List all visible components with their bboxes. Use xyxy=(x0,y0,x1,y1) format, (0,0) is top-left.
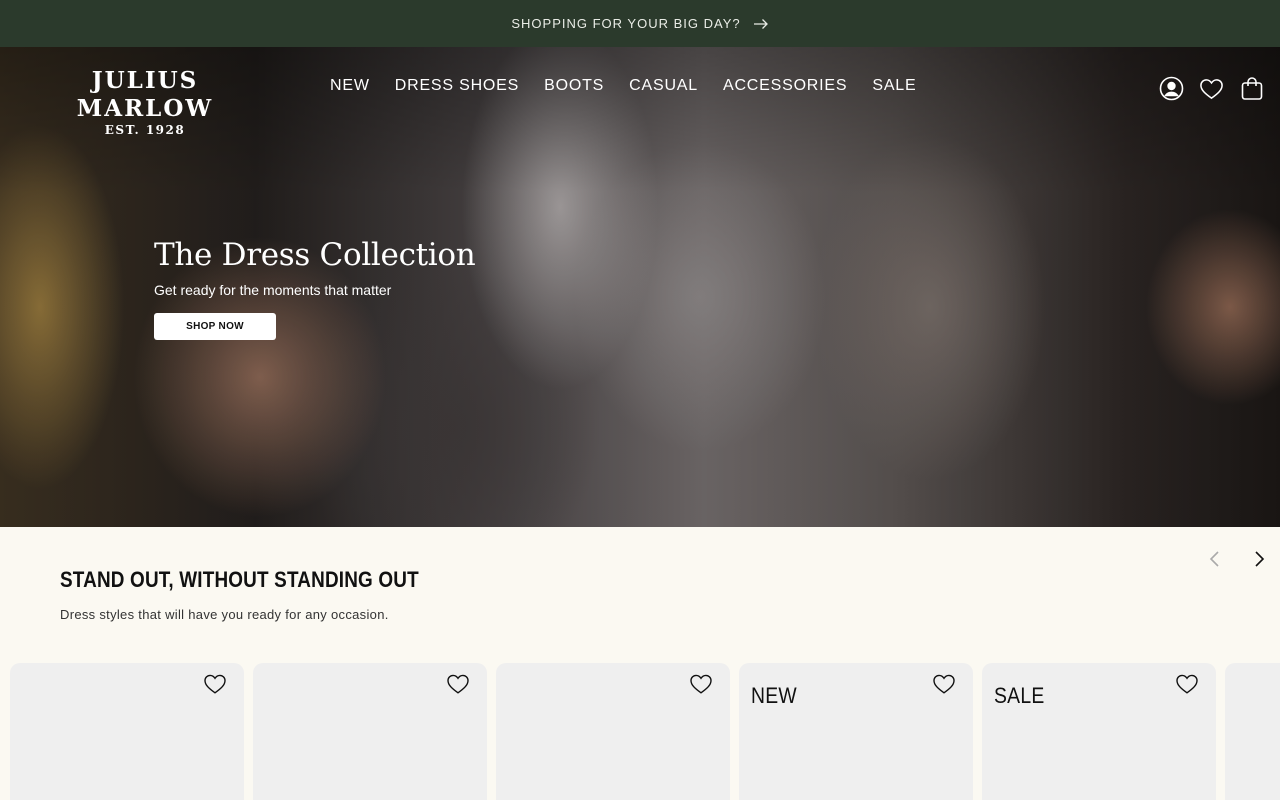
product-card[interactable]: NEW xyxy=(739,663,973,800)
nav-item-dress-shoes[interactable]: DRESS SHOES xyxy=(395,75,519,97)
shop-now-button[interactable]: SHOP NOW xyxy=(154,313,276,340)
brand-established: EST. 1928 xyxy=(104,123,186,137)
nav-item-casual[interactable]: CASUAL xyxy=(629,75,698,97)
product-card[interactable] xyxy=(1225,663,1280,800)
nav-item-sale[interactable]: SALE xyxy=(872,75,916,97)
wishlist-heart-icon[interactable] xyxy=(1199,76,1224,101)
section-title: STAND OUT, WITHOUT STANDING OUT xyxy=(60,567,419,592)
header-actions xyxy=(1159,76,1264,101)
hero-subtitle: Get ready for the moments that matter xyxy=(154,282,392,298)
hero-content: The Dress Collection Get ready for the m… xyxy=(154,235,476,340)
cart-bag-icon[interactable] xyxy=(1239,76,1264,101)
product-card[interactable] xyxy=(10,663,244,800)
collection-section-header: STAND OUT, WITHOUT STANDING OUT Dress st… xyxy=(60,566,477,624)
chevron-left-icon[interactable] xyxy=(1204,548,1226,570)
product-badge-new: NEW xyxy=(751,683,797,708)
announcement-bar[interactable]: SHOPPING FOR YOUR BIG DAY? xyxy=(0,0,1280,47)
arrow-right-icon xyxy=(753,18,769,30)
wishlist-heart-icon[interactable] xyxy=(1175,673,1199,695)
hero-title: The Dress Collection xyxy=(154,237,476,273)
nav-item-new[interactable]: NEW xyxy=(330,75,370,97)
nav-item-accessories[interactable]: ACCESSORIES xyxy=(723,75,847,97)
account-icon[interactable] xyxy=(1159,76,1184,101)
product-card[interactable] xyxy=(496,663,730,800)
chevron-right-icon[interactable] xyxy=(1248,548,1270,570)
nav-item-boots[interactable]: BOOTS xyxy=(544,75,604,97)
announcement-text[interactable]: SHOPPING FOR YOUR BIG DAY? xyxy=(511,16,740,31)
product-card[interactable] xyxy=(253,663,487,800)
wishlist-heart-icon[interactable] xyxy=(446,673,470,695)
wishlist-heart-icon[interactable] xyxy=(689,673,713,695)
site-header: JULIUS MARLOW EST. 1928 NEW DRESS SHOES … xyxy=(0,47,1280,137)
product-card[interactable]: SALE xyxy=(982,663,1216,800)
brand-name: JULIUS MARLOW xyxy=(76,67,214,122)
main-nav: NEW DRESS SHOES BOOTS CASUAL ACCESSORIES… xyxy=(330,75,916,97)
section-subtitle: Dress styles that will have you ready fo… xyxy=(60,607,389,622)
wishlist-heart-icon[interactable] xyxy=(932,673,956,695)
product-carousel: NEW SALE xyxy=(10,663,1280,800)
product-badge-sale: SALE xyxy=(994,683,1045,708)
brand-logo[interactable]: JULIUS MARLOW EST. 1928 xyxy=(20,67,270,137)
wishlist-heart-icon[interactable] xyxy=(203,673,227,695)
